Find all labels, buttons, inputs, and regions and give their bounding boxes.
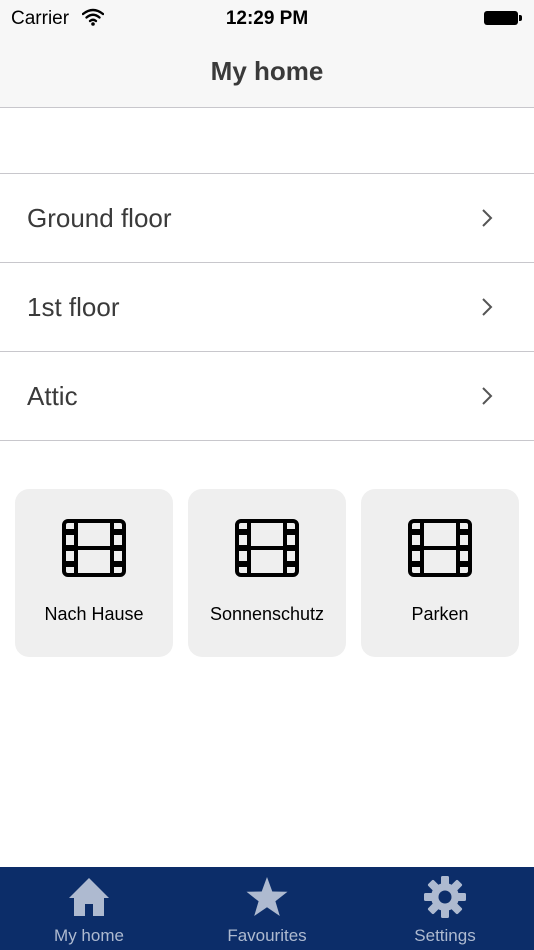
page-title: My home — [210, 56, 324, 86]
floor-label: Attic — [27, 381, 78, 411]
gear-icon — [356, 875, 534, 924]
home-icon — [0, 875, 178, 924]
battery-icon — [484, 11, 522, 25]
navigation-bar: My home — [0, 38, 534, 108]
tab-bar: My home Favourites Settings — [0, 867, 534, 950]
tab-favourites[interactable]: Favourites — [178, 867, 356, 950]
tab-label: Favourites — [227, 926, 307, 945]
chevron-right-icon — [481, 297, 493, 322]
scene-tiles: Nach Hause Sonnenschutz Parken — [15, 489, 519, 657]
film-icon — [235, 519, 299, 582]
tab-label: My home — [54, 926, 124, 945]
chevron-right-icon — [481, 208, 493, 233]
scene-label: Sonnenschutz — [209, 604, 325, 624]
status-time: 12:29 PM — [225, 8, 309, 29]
status-bar: Carrier 12:29 PM — [0, 0, 534, 38]
tab-my-home[interactable]: My home — [0, 867, 178, 950]
film-icon — [62, 519, 126, 582]
chevron-right-icon — [481, 386, 493, 411]
floor-row-attic[interactable]: Attic — [0, 352, 534, 441]
star-icon — [178, 875, 356, 924]
floor-list: Ground floor 1st floor Attic — [0, 173, 534, 441]
scene-label: Parken — [411, 604, 469, 624]
floor-label: 1st floor — [27, 292, 120, 322]
film-icon — [408, 519, 472, 582]
tab-label: Settings — [414, 926, 476, 945]
floor-row-1st-floor[interactable]: 1st floor — [0, 263, 534, 352]
floor-row-ground-floor[interactable]: Ground floor — [0, 174, 534, 263]
scene-tile-parken[interactable]: Parken — [361, 489, 519, 657]
floor-label: Ground floor — [27, 203, 172, 233]
scene-tile-nach-hause[interactable]: Nach Hause — [15, 489, 173, 657]
tab-settings[interactable]: Settings — [356, 867, 534, 950]
scene-label: Nach Hause — [44, 604, 144, 624]
scene-tile-sonnenschutz[interactable]: Sonnenschutz — [188, 489, 346, 657]
